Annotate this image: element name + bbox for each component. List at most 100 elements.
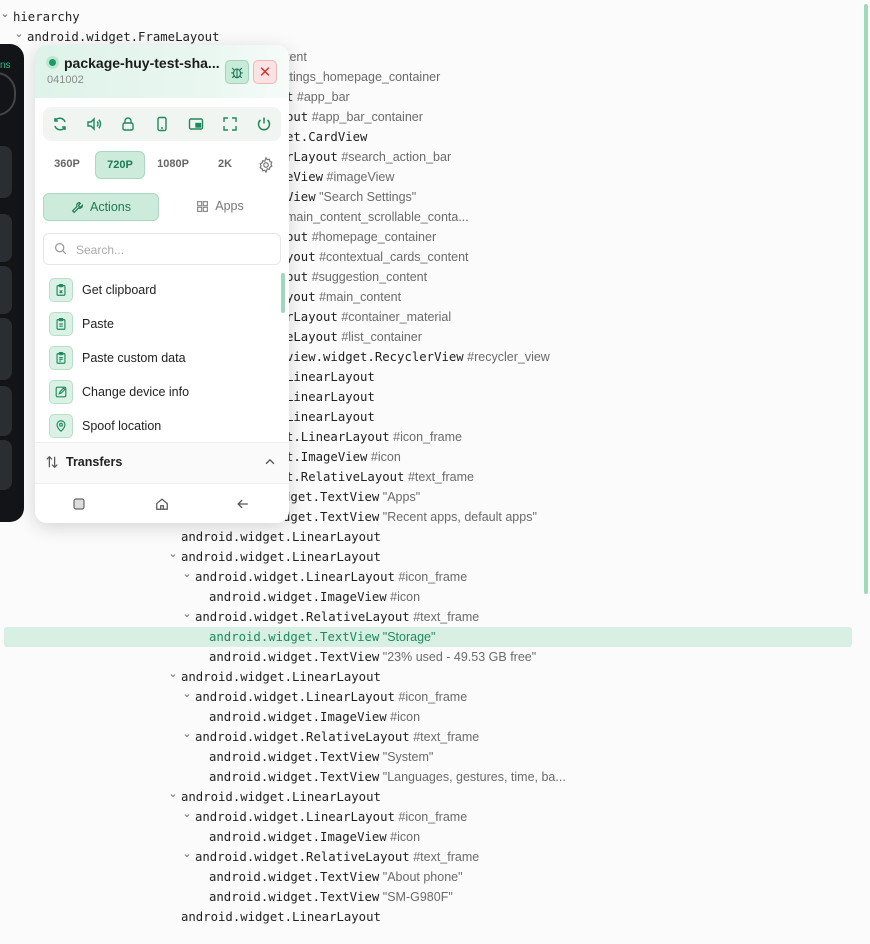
device-id: 041002	[47, 74, 84, 86]
online-status-dot	[49, 59, 56, 66]
node-attribute: tent	[286, 50, 307, 64]
action-item-paste-custom-data[interactable]: Paste custom data	[49, 346, 279, 370]
node-class: hierarchy	[13, 10, 80, 24]
action-label: Paste	[82, 317, 114, 331]
chevron-down-icon[interactable]: ⌄	[181, 804, 193, 824]
node-attribute: #contextual_cards_content	[319, 250, 469, 264]
node-attribute: "System"	[382, 750, 434, 764]
node-class: android.widget.LinearLayout	[181, 670, 381, 684]
tab-actions-label: Actions	[90, 200, 131, 214]
node-class: android.widget.LinearLayout	[181, 790, 381, 804]
debug-button[interactable]	[225, 60, 249, 84]
tab-apps-label: Apps	[215, 199, 244, 213]
node-class: android.widget.LinearLayout	[181, 550, 381, 564]
action-item-paste[interactable]: Paste	[49, 312, 279, 336]
node-class: out	[286, 270, 309, 284]
node-class: out	[286, 110, 309, 124]
tab-actions[interactable]: Actions	[43, 193, 159, 221]
node-class: yout	[286, 290, 316, 304]
node-attribute: "Apps"	[382, 490, 421, 504]
resolution-2k[interactable]: 2K	[201, 151, 249, 177]
lock-button[interactable]	[117, 113, 139, 135]
node-attribute: #text_frame	[413, 610, 480, 624]
node-attribute: "23% used - 49.53 GB free"	[382, 650, 537, 664]
chevron-down-icon[interactable]: ⌄	[13, 24, 25, 44]
action-item-get-clipboard[interactable]: Get clipboard	[49, 278, 279, 302]
node-attribute: "Languages, gestures, time, ba...	[382, 770, 566, 784]
chevron-down-icon[interactable]: ⌄	[167, 544, 179, 564]
chevron-down-icon[interactable]: ⌄	[181, 724, 193, 744]
action-label: Get clipboard	[82, 283, 157, 297]
phone-avatar	[0, 72, 16, 116]
tab-apps[interactable]: Apps	[163, 193, 277, 219]
node-class: android.widget.TextView	[209, 870, 380, 884]
phone-button[interactable]	[151, 113, 173, 135]
node-attribute: ttings_homepage_container	[286, 70, 441, 84]
node-attribute: #icon_frame	[398, 570, 468, 584]
phone-tile	[0, 318, 12, 380]
chevron-down-icon[interactable]: ⌄	[181, 684, 193, 704]
node-class: eLayout	[286, 330, 338, 344]
close-button[interactable]: ✕	[253, 60, 277, 84]
node-attribute: #app_bar_container	[311, 110, 423, 124]
resolution-720p[interactable]: 720P	[95, 151, 145, 179]
node-class: android.widget.TextView	[209, 630, 380, 644]
swap-icon	[46, 455, 58, 469]
transfers-section[interactable]: Transfers	[35, 442, 289, 483]
node-class: rLayout	[286, 150, 338, 164]
phone-icon	[157, 116, 167, 132]
node-attribute: #icon	[390, 590, 421, 604]
paste-custom-icon	[56, 352, 66, 364]
chevron-down-icon[interactable]: ⌄	[181, 564, 193, 584]
node-attribute: #icon	[390, 710, 421, 724]
home-button[interactable]	[154, 496, 170, 512]
rotate-button[interactable]	[49, 113, 71, 135]
tree-node-selected[interactable]: android.widget.TextView "Storage"	[4, 627, 852, 647]
power-button[interactable]	[253, 113, 275, 135]
node-class: et.CardView	[286, 130, 368, 144]
actions-scrollbar[interactable]	[281, 273, 285, 313]
clipboard-icon	[49, 278, 73, 302]
node-class: rLayout	[286, 310, 338, 324]
settings-button[interactable]	[257, 156, 275, 174]
transfers-label: Transfers	[66, 455, 123, 469]
node-class: eView	[286, 170, 324, 184]
phone-tile	[0, 146, 12, 198]
recents-button[interactable]	[71, 496, 87, 512]
node-attribute: "Recent apps, default apps"	[382, 510, 537, 524]
power-icon	[257, 117, 271, 131]
phone-tile	[0, 214, 12, 262]
back-button[interactable]	[235, 496, 251, 512]
node-class: t.LinearLayout	[286, 430, 390, 444]
node-attribute: #main_content	[319, 290, 402, 304]
chevron-down-icon[interactable]: ⌄	[167, 664, 179, 684]
phone-tile	[0, 266, 12, 314]
node-attribute: #suggestion_content	[311, 270, 428, 284]
action-item-change-device-info[interactable]: Change device info	[49, 380, 279, 404]
device-screen-preview[interactable]: ns	[0, 44, 24, 522]
node-attribute: #list_container	[341, 330, 422, 344]
chevron-down-icon[interactable]: ⌄	[181, 604, 193, 624]
node-class: android.widget.RelativeLayout	[195, 850, 410, 864]
phone-tile	[0, 386, 12, 436]
node-attribute: "SM-G980F"	[382, 890, 453, 904]
arrow-left-icon	[237, 499, 248, 509]
search-input[interactable]	[74, 239, 268, 261]
node-class: LinearLayout	[286, 410, 375, 424]
picture-in-picture-button[interactable]	[185, 113, 207, 135]
tree-scrollbar[interactable]	[864, 4, 868, 594]
node-class: android.widget.LinearLayout	[181, 530, 381, 544]
location-pin-icon	[49, 414, 73, 438]
paste-icon	[56, 318, 66, 330]
resolution-1080p[interactable]: 1080P	[149, 151, 197, 177]
chevron-down-icon[interactable]: ⌄	[167, 784, 179, 804]
phone-partial-text: ns	[0, 60, 11, 71]
volume-button[interactable]	[83, 113, 105, 135]
resolution-360p[interactable]: 360P	[43, 151, 91, 177]
chevron-down-icon[interactable]: ⌄	[0, 4, 11, 24]
node-class: LinearLayout	[286, 370, 375, 384]
fullscreen-button[interactable]	[219, 113, 241, 135]
chevron-down-icon[interactable]: ⌄	[181, 844, 193, 864]
action-item-spoof-location[interactable]: Spoof location	[49, 414, 279, 438]
device-toolbar	[43, 107, 281, 141]
